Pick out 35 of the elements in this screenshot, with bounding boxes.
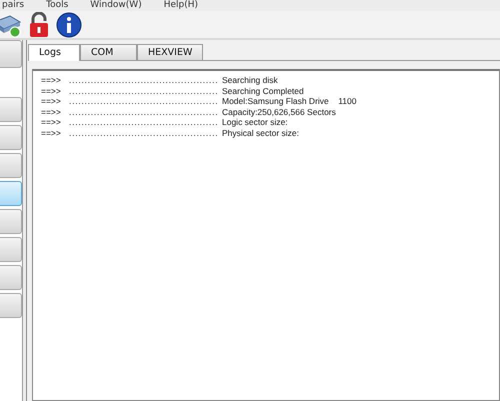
sidebar-button[interactable] bbox=[0, 181, 22, 206]
log-message: Model:Samsung Flash Drive 1100 bbox=[222, 96, 356, 107]
sidebar-button[interactable] bbox=[0, 265, 22, 290]
leader-dots: ................................................ bbox=[69, 86, 219, 96]
menu-item[interactable]: Help(H) bbox=[164, 0, 198, 11]
log-message: Capacity:250,626,566 Sectors bbox=[222, 106, 336, 118]
log-arrow: ==>> bbox=[41, 75, 62, 86]
log-arrow: ==>> bbox=[41, 86, 62, 96]
leader-dots: ................................................ bbox=[69, 106, 219, 118]
sidebar-button[interactable] bbox=[0, 237, 22, 262]
menu-item[interactable]: Window(W) bbox=[90, 0, 142, 11]
log-message: Physical sector size: bbox=[222, 128, 299, 139]
menu-item[interactable]: Tools bbox=[46, 0, 68, 11]
padlock-icon[interactable] bbox=[28, 12, 50, 38]
log-arrow: ==>> bbox=[41, 117, 62, 128]
tab[interactable]: Logs bbox=[28, 44, 80, 61]
tab[interactable]: COM bbox=[80, 44, 137, 60]
log-message: Searching Completed bbox=[222, 86, 304, 96]
sidebar-button[interactable] bbox=[0, 209, 22, 234]
menu-item[interactable]: pairs bbox=[2, 0, 24, 11]
sidebar-button[interactable] bbox=[0, 293, 22, 318]
leader-dots: ................................................ bbox=[69, 117, 219, 128]
sidebar-button[interactable] bbox=[0, 125, 22, 150]
log-arrow: ==>> bbox=[41, 128, 62, 139]
leader-dots: ................................................ bbox=[69, 75, 219, 86]
log-message: Searching disk bbox=[222, 75, 278, 86]
sidebar-button[interactable] bbox=[0, 153, 22, 178]
leader-dots: ................................................ bbox=[69, 96, 219, 107]
log-message: Logic sector size: bbox=[222, 117, 288, 128]
log-arrow: ==>> bbox=[41, 96, 62, 107]
info-icon[interactable] bbox=[56, 12, 82, 38]
log-arrow: ==>> bbox=[41, 106, 62, 118]
tab[interactable]: HEXVIEW bbox=[137, 44, 204, 60]
sidebar-button[interactable] bbox=[0, 97, 22, 122]
leader-dots: ................................................ bbox=[69, 128, 219, 139]
